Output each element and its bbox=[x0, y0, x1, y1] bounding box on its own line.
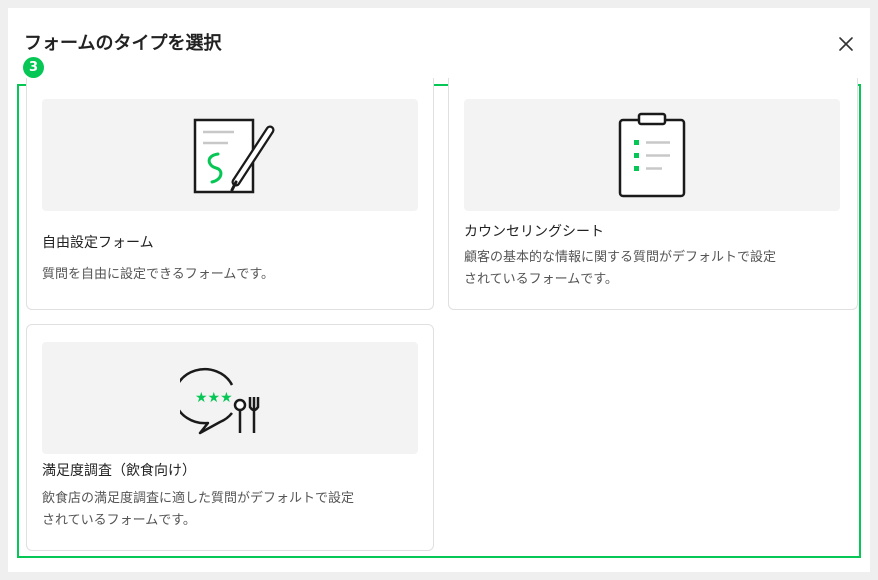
card-thumbnail bbox=[464, 99, 840, 211]
card-description: 質問を自由に設定できるフォームです。 bbox=[42, 267, 275, 282]
card-satisfaction-survey[interactable]: ★★★ 満足度調査（飲食向け） 飲食店の満足度調査に適した質問がデフォルトで設定… bbox=[26, 324, 434, 551]
close-button[interactable] bbox=[834, 32, 858, 56]
clipboard-checklist-icon bbox=[618, 112, 686, 198]
step-badge: 3 bbox=[23, 57, 44, 78]
close-icon bbox=[839, 37, 853, 51]
card-description: 顧客の基本的な情報に関する質問がデフォルトで設定 されているフォームです。 bbox=[464, 250, 777, 287]
card-thumbnail: ★★★ bbox=[42, 342, 418, 454]
form-type-dialog: フォームのタイプを選択 3 自由設定フォーム 質問を自由に設定できるフォームです… bbox=[8, 8, 870, 572]
pen-on-paper-icon bbox=[193, 118, 275, 194]
card-description: 飲食店の満足度調査に適した質問がデフォルトで設定 されているフォームです。 bbox=[42, 491, 355, 528]
card-free-form[interactable]: 自由設定フォーム 質問を自由に設定できるフォームです。 bbox=[26, 78, 434, 310]
card-title: 満足度調査（飲食向け） bbox=[42, 463, 196, 479]
card-title: カウンセリングシート bbox=[464, 224, 604, 240]
svg-text:★★★: ★★★ bbox=[195, 390, 233, 406]
dialog-title: フォームのタイプを選択 bbox=[24, 33, 222, 54]
rating-bubble-cutlery-icon: ★★★ bbox=[180, 367, 260, 435]
card-thumbnail bbox=[42, 99, 418, 211]
card-counseling-sheet[interactable]: カウンセリングシート 顧客の基本的な情報に関する質問がデフォルトで設定 されてい… bbox=[448, 78, 858, 310]
card-title: 自由設定フォーム bbox=[42, 235, 154, 251]
